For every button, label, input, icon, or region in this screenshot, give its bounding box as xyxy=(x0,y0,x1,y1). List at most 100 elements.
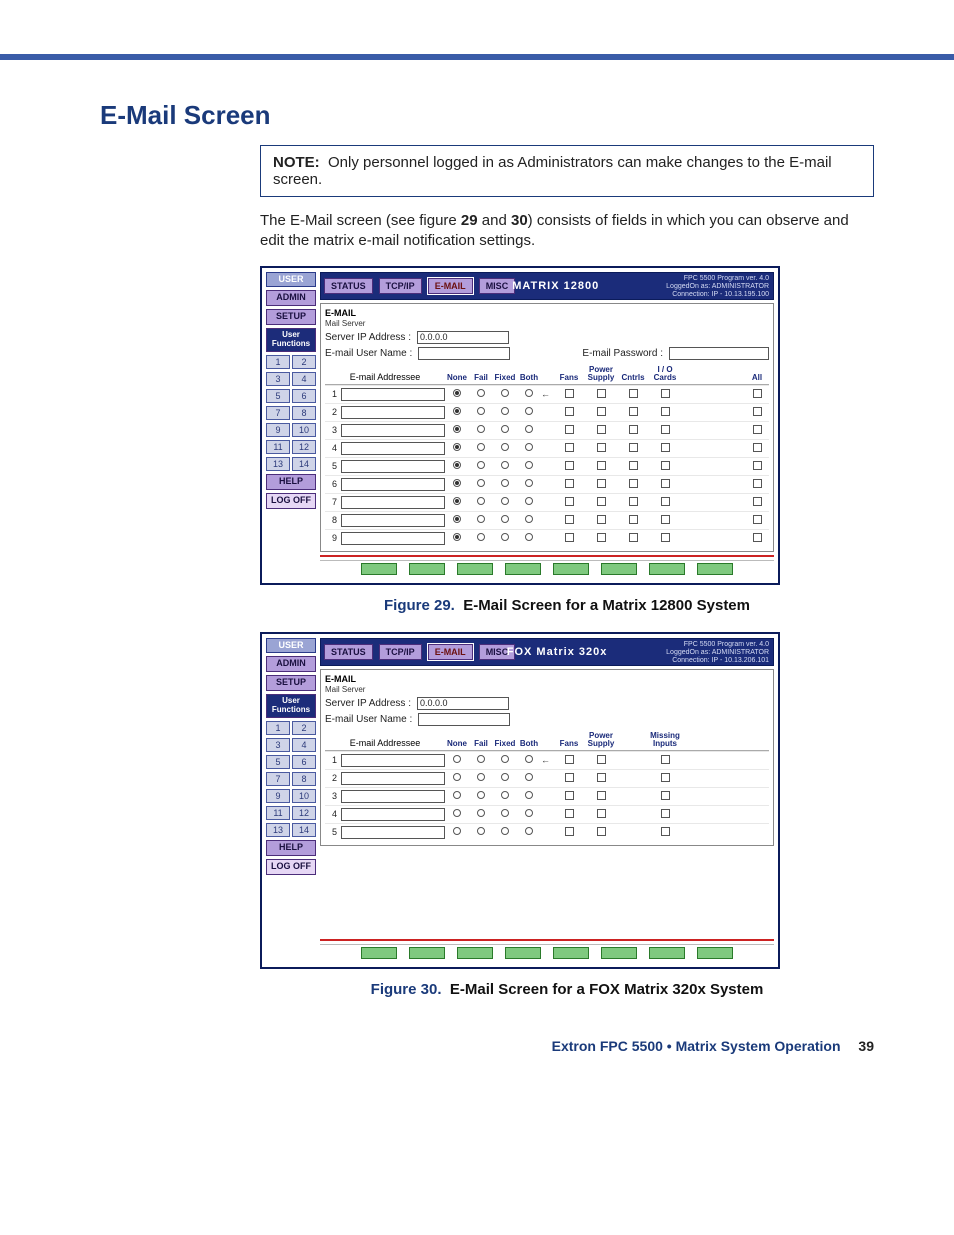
preset-button-4[interactable]: 4 xyxy=(292,372,316,386)
preset-button-7[interactable]: 7 xyxy=(266,406,290,420)
checkbox-opt[interactable] xyxy=(629,497,638,506)
checkbox-opt[interactable] xyxy=(565,443,574,452)
addressee-input[interactable] xyxy=(341,514,445,527)
checkbox-opt[interactable] xyxy=(661,479,670,488)
checkbox-opt[interactable] xyxy=(597,827,606,836)
preset-button-7[interactable]: 7 xyxy=(266,772,290,786)
action-button[interactable] xyxy=(697,947,733,959)
checkbox-opt[interactable] xyxy=(629,461,638,470)
radio-none[interactable] xyxy=(453,809,461,817)
radio-fixed[interactable] xyxy=(501,479,509,487)
checkbox-opt[interactable] xyxy=(565,533,574,542)
radio-both[interactable] xyxy=(525,827,533,835)
radio-fail[interactable] xyxy=(477,533,485,541)
checkbox-opt[interactable] xyxy=(629,479,638,488)
action-button[interactable] xyxy=(409,947,445,959)
checkbox-missing[interactable] xyxy=(661,773,670,782)
preset-button-9[interactable]: 9 xyxy=(266,789,290,803)
checkbox-opt[interactable] xyxy=(629,443,638,452)
checkbox-opt[interactable] xyxy=(597,389,606,398)
setup-button[interactable]: SETUP xyxy=(266,675,316,691)
preset-button-12[interactable]: 12 xyxy=(292,440,316,454)
checkbox-opt[interactable] xyxy=(565,809,574,818)
checkbox-opt[interactable] xyxy=(565,461,574,470)
checkbox-all[interactable] xyxy=(753,443,762,452)
addressee-input[interactable] xyxy=(341,496,445,509)
checkbox-opt[interactable] xyxy=(597,533,606,542)
checkbox-opt[interactable] xyxy=(565,497,574,506)
radio-both[interactable] xyxy=(525,443,533,451)
tab-misc[interactable]: MISC xyxy=(479,278,516,294)
checkbox-opt[interactable] xyxy=(661,497,670,506)
checkbox-all[interactable] xyxy=(753,461,762,470)
radio-fixed[interactable] xyxy=(501,497,509,505)
preset-button-13[interactable]: 13 xyxy=(266,457,290,471)
server-ip-input[interactable]: 0.0.0.0 xyxy=(417,697,509,710)
checkbox-opt[interactable] xyxy=(661,515,670,524)
action-button[interactable] xyxy=(361,947,397,959)
checkbox-opt[interactable] xyxy=(597,461,606,470)
radio-fail[interactable] xyxy=(477,407,485,415)
preset-button-9[interactable]: 9 xyxy=(266,423,290,437)
logoff-button[interactable]: LOG OFF xyxy=(266,859,316,875)
checkbox-opt[interactable] xyxy=(565,425,574,434)
addressee-input[interactable] xyxy=(341,790,445,803)
radio-none[interactable] xyxy=(453,425,461,433)
preset-button-2[interactable]: 2 xyxy=(292,355,316,369)
radio-fixed[interactable] xyxy=(501,809,509,817)
preset-button-13[interactable]: 13 xyxy=(266,823,290,837)
preset-button-10[interactable]: 10 xyxy=(292,789,316,803)
checkbox-opt[interactable] xyxy=(597,773,606,782)
checkbox-opt[interactable] xyxy=(597,443,606,452)
radio-fixed[interactable] xyxy=(501,425,509,433)
preset-button-8[interactable]: 8 xyxy=(292,772,316,786)
radio-fail[interactable] xyxy=(477,443,485,451)
action-button[interactable] xyxy=(457,947,493,959)
preset-button-4[interactable]: 4 xyxy=(292,738,316,752)
preset-button-3[interactable]: 3 xyxy=(266,738,290,752)
checkbox-opt[interactable] xyxy=(565,407,574,416)
action-button[interactable] xyxy=(505,563,541,575)
checkbox-opt[interactable] xyxy=(661,389,670,398)
radio-both[interactable] xyxy=(525,533,533,541)
radio-fixed[interactable] xyxy=(501,389,509,397)
server-ip-input[interactable]: 0.0.0.0 xyxy=(417,331,509,344)
addressee-input[interactable] xyxy=(341,808,445,821)
checkbox-opt[interactable] xyxy=(661,461,670,470)
preset-button-6[interactable]: 6 xyxy=(292,755,316,769)
radio-none[interactable] xyxy=(453,461,461,469)
logoff-button[interactable]: LOG OFF xyxy=(266,493,316,509)
action-button[interactable] xyxy=(457,563,493,575)
radio-none[interactable] xyxy=(453,773,461,781)
checkbox-opt[interactable] xyxy=(565,389,574,398)
email-pwd-input[interactable] xyxy=(669,347,769,360)
radio-fail[interactable] xyxy=(477,515,485,523)
checkbox-opt[interactable] xyxy=(597,809,606,818)
preset-button-11[interactable]: 11 xyxy=(266,806,290,820)
action-button[interactable] xyxy=(553,563,589,575)
radio-fail[interactable] xyxy=(477,479,485,487)
checkbox-opt[interactable] xyxy=(597,425,606,434)
checkbox-all[interactable] xyxy=(753,497,762,506)
radio-fail[interactable] xyxy=(477,827,485,835)
preset-button-5[interactable]: 5 xyxy=(266,389,290,403)
checkbox-opt[interactable] xyxy=(565,791,574,800)
help-button[interactable]: HELP xyxy=(266,474,316,490)
checkbox-all[interactable] xyxy=(753,389,762,398)
preset-button-11[interactable]: 11 xyxy=(266,440,290,454)
checkbox-all[interactable] xyxy=(753,407,762,416)
action-button[interactable] xyxy=(553,947,589,959)
radio-fail[interactable] xyxy=(477,773,485,781)
checkbox-opt[interactable] xyxy=(629,515,638,524)
action-button[interactable] xyxy=(601,563,637,575)
action-button[interactable] xyxy=(505,947,541,959)
checkbox-missing[interactable] xyxy=(661,755,670,764)
radio-fixed[interactable] xyxy=(501,407,509,415)
radio-both[interactable] xyxy=(525,497,533,505)
radio-fixed[interactable] xyxy=(501,755,509,763)
email-user-input[interactable] xyxy=(418,347,510,360)
preset-button-8[interactable]: 8 xyxy=(292,406,316,420)
addressee-input[interactable] xyxy=(341,388,445,401)
radio-none[interactable] xyxy=(453,515,461,523)
radio-fixed[interactable] xyxy=(501,791,509,799)
